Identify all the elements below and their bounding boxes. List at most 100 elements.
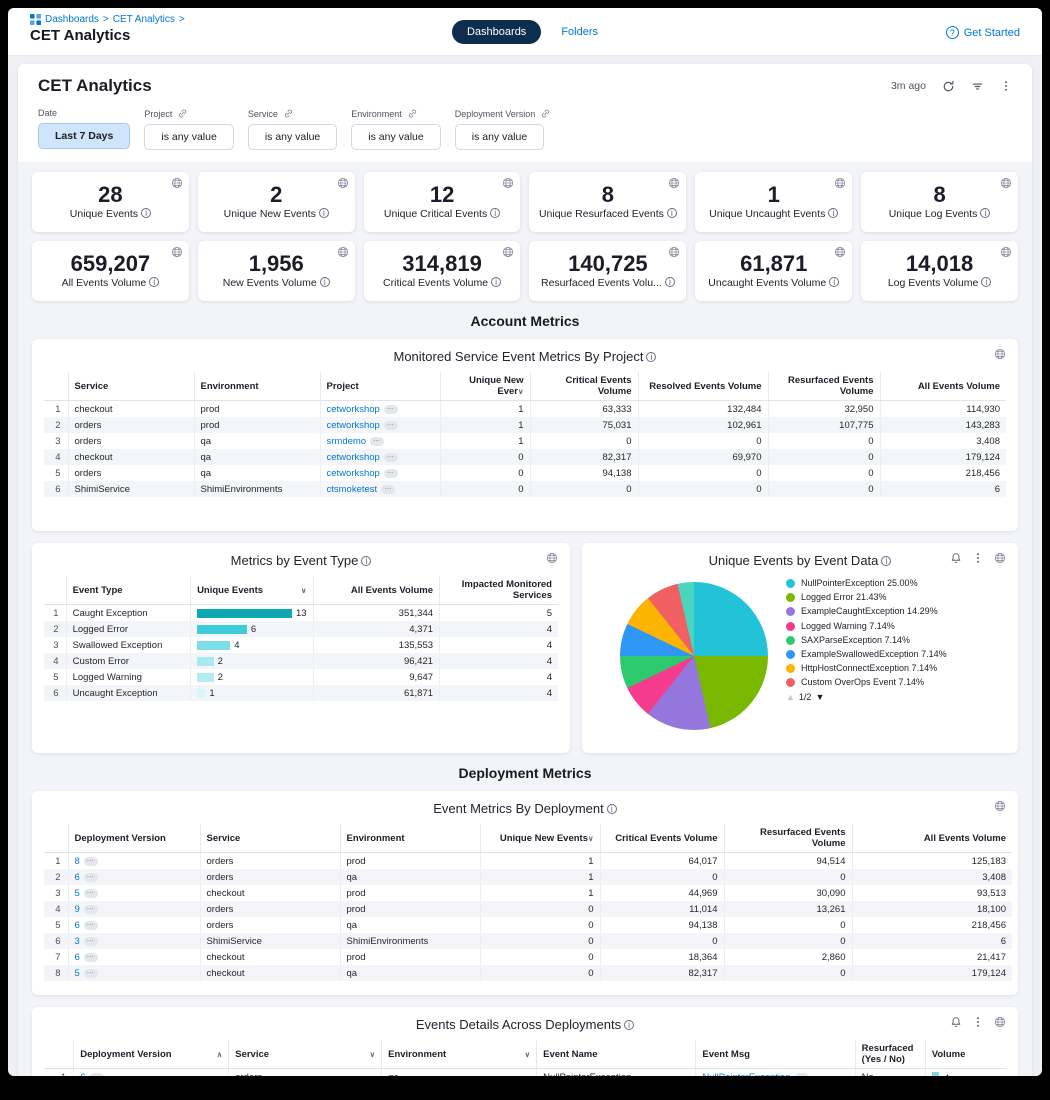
more-options-badge[interactable]: ⋯ bbox=[90, 1073, 104, 1076]
breadcrumb-current[interactable]: CET Analytics bbox=[113, 14, 175, 25]
cell-link[interactable]: 6 bbox=[80, 1072, 85, 1076]
column-header-unique_new[interactable]: Unique New Ever∨ bbox=[440, 372, 530, 401]
cell-link[interactable]: 5 bbox=[75, 888, 80, 899]
globe-icon[interactable] bbox=[834, 177, 846, 189]
info-icon[interactable]: i bbox=[667, 208, 677, 218]
sort-desc-icon[interactable]: ∨ bbox=[370, 1050, 376, 1059]
cell-link[interactable]: srmdemo bbox=[327, 436, 367, 447]
sort-desc-icon[interactable]: ∨ bbox=[525, 1050, 531, 1059]
info-icon[interactable]: i bbox=[607, 804, 617, 814]
tab-folders[interactable]: Folders bbox=[561, 26, 598, 38]
sort-desc-icon[interactable]: ∨ bbox=[301, 586, 307, 595]
globe-icon[interactable] bbox=[337, 177, 349, 189]
legend-item[interactable]: HttpHostConnectException 7.14% bbox=[786, 663, 1000, 675]
info-icon[interactable]: i bbox=[624, 1020, 634, 1030]
cell-link[interactable]: cetworkshop bbox=[327, 468, 380, 479]
legend-item[interactable]: Custom OverOps Event 7.14% bbox=[786, 677, 1000, 689]
info-icon[interactable]: i bbox=[319, 208, 329, 218]
cell-link[interactable]: NullPointerException bbox=[702, 1072, 790, 1076]
globe-icon[interactable] bbox=[171, 177, 183, 189]
globe-icon[interactable] bbox=[994, 800, 1006, 812]
info-icon[interactable]: i bbox=[981, 277, 991, 287]
filter-icon[interactable] bbox=[971, 80, 984, 93]
legend-item[interactable]: ExampleCaughtException 14.29% bbox=[786, 606, 1000, 618]
page-down-icon[interactable]: ▼ bbox=[815, 692, 824, 702]
more-options-badge[interactable]: ⋯ bbox=[84, 889, 98, 898]
globe-icon[interactable] bbox=[1000, 246, 1012, 258]
more-options-badge[interactable]: ⋯ bbox=[84, 857, 98, 866]
cell-link[interactable]: cetworkshop bbox=[327, 404, 380, 415]
globe-icon[interactable] bbox=[337, 246, 349, 258]
filter-value-chip[interactable]: Last 7 Days bbox=[38, 123, 130, 149]
filter-value-chip[interactable]: is any value bbox=[455, 124, 544, 150]
globe-icon[interactable] bbox=[994, 1016, 1006, 1028]
globe-icon[interactable] bbox=[502, 177, 514, 189]
cell-link[interactable]: cetworkshop bbox=[327, 452, 380, 463]
cell-link[interactable]: 6 bbox=[75, 920, 80, 931]
cell-link[interactable]: cetworkshop bbox=[327, 420, 380, 431]
page-up-icon[interactable]: ▲ bbox=[786, 692, 795, 702]
filter-value-chip[interactable]: is any value bbox=[144, 124, 233, 150]
info-icon[interactable]: i bbox=[665, 277, 675, 287]
globe-icon[interactable] bbox=[502, 246, 514, 258]
more-options-badge[interactable]: ⋯ bbox=[84, 937, 98, 946]
legend-item[interactable]: ExampleSwallowedException 7.14% bbox=[786, 649, 1000, 661]
sort-asc-icon[interactable]: ∧ bbox=[217, 1050, 223, 1059]
column-header-service[interactable]: Service∨ bbox=[229, 1040, 382, 1069]
more-options-badge[interactable]: ⋯ bbox=[84, 969, 98, 978]
more-options-badge[interactable]: ⋯ bbox=[84, 905, 98, 914]
info-icon[interactable]: i bbox=[149, 277, 159, 287]
breadcrumb-dashboards[interactable]: Dashboards bbox=[45, 14, 99, 25]
info-icon[interactable]: i bbox=[829, 277, 839, 287]
sort-desc-icon[interactable]: ∨ bbox=[588, 834, 594, 843]
cell-link[interactable]: 5 bbox=[75, 968, 80, 979]
more-options-badge[interactable]: ⋯ bbox=[84, 953, 98, 962]
info-icon[interactable]: i bbox=[646, 352, 656, 362]
globe-icon[interactable] bbox=[1000, 177, 1012, 189]
more-options-badge[interactable]: ⋯ bbox=[384, 405, 398, 414]
cell-link[interactable]: 3 bbox=[75, 936, 80, 947]
more-options-badge[interactable]: ⋯ bbox=[795, 1073, 809, 1076]
cell-link[interactable]: 6 bbox=[75, 872, 80, 883]
info-icon[interactable]: i bbox=[491, 277, 501, 287]
kebab-icon[interactable] bbox=[972, 1016, 984, 1028]
legend-item[interactable]: Logged Warning 7.14% bbox=[786, 621, 1000, 633]
globe-icon[interactable] bbox=[668, 246, 680, 258]
info-icon[interactable]: i bbox=[881, 556, 891, 566]
legend-item[interactable]: NullPointerException 25.00% bbox=[786, 578, 1000, 590]
column-header-unique[interactable]: Unique Events∨ bbox=[191, 576, 313, 605]
more-options-badge[interactable]: ⋯ bbox=[381, 485, 395, 494]
globe-icon[interactable] bbox=[171, 246, 183, 258]
cell-link[interactable]: 9 bbox=[75, 904, 80, 915]
get-started-link[interactable]: ? Get Started bbox=[946, 26, 1020, 39]
globe-icon[interactable] bbox=[834, 246, 846, 258]
globe-icon[interactable] bbox=[668, 177, 680, 189]
more-options-badge[interactable]: ⋯ bbox=[384, 453, 398, 462]
globe-icon[interactable] bbox=[994, 348, 1006, 360]
cell-link[interactable]: 8 bbox=[75, 856, 80, 867]
more-options-badge[interactable]: ⋯ bbox=[84, 873, 98, 882]
cell-link[interactable]: 6 bbox=[75, 952, 80, 963]
bell-icon[interactable] bbox=[950, 1016, 962, 1028]
info-icon[interactable]: i bbox=[828, 208, 838, 218]
info-icon[interactable]: i bbox=[320, 277, 330, 287]
kebab-icon[interactable] bbox=[972, 552, 984, 564]
pie-chart[interactable] bbox=[620, 582, 768, 730]
more-options-badge[interactable]: ⋯ bbox=[384, 469, 398, 478]
info-icon[interactable]: i bbox=[361, 556, 371, 566]
column-header-environment[interactable]: Environment∨ bbox=[382, 1040, 537, 1069]
column-header-version[interactable]: Deployment Version∧ bbox=[74, 1040, 229, 1069]
cell-link[interactable]: ctsmoketest bbox=[327, 484, 378, 495]
legend-item[interactable]: SAXParseException 7.14% bbox=[786, 635, 1000, 647]
info-icon[interactable]: i bbox=[141, 208, 151, 218]
kebab-menu-icon[interactable] bbox=[1000, 80, 1012, 92]
globe-icon[interactable] bbox=[546, 552, 558, 564]
legend-item[interactable]: Logged Error 21.43% bbox=[786, 592, 1000, 604]
tab-dashboards[interactable]: Dashboards bbox=[452, 20, 541, 44]
info-icon[interactable]: i bbox=[980, 208, 990, 218]
more-options-badge[interactable]: ⋯ bbox=[370, 437, 384, 446]
sort-desc-icon[interactable]: ∨ bbox=[518, 387, 524, 396]
refresh-icon[interactable] bbox=[942, 80, 955, 93]
column-header-unique_new[interactable]: Unique New Events∨ bbox=[480, 824, 600, 853]
filter-value-chip[interactable]: is any value bbox=[248, 124, 337, 150]
